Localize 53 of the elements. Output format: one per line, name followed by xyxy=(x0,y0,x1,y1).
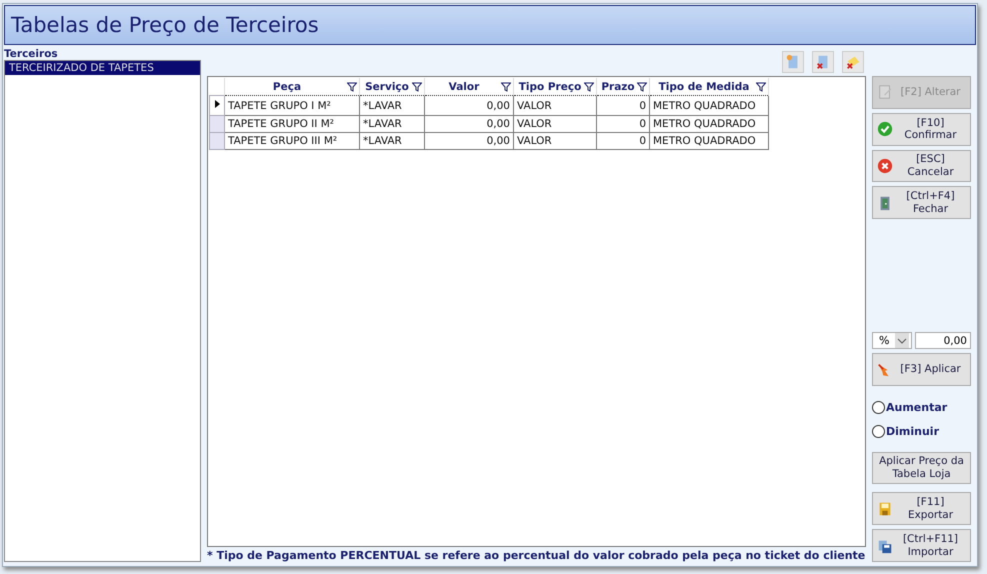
filter-icon[interactable] xyxy=(756,82,766,92)
column-header[interactable]: Prazo xyxy=(599,80,637,92)
radio-option[interactable]: Aumentar xyxy=(872,398,971,418)
save-icon xyxy=(877,500,893,517)
list-label: Terceiros xyxy=(4,48,59,60)
footnote: * Tipo de Pagamento PERCENTUAL se refere ao percentual do valor cobrado pela peça no ticket do cliente xyxy=(207,548,866,562)
table-cell: TAPETE GRUPO II M² xyxy=(228,118,334,130)
filter-icon[interactable] xyxy=(501,82,511,92)
filter-icon[interactable] xyxy=(412,82,422,92)
table-cell: TAPETE GRUPO III M² xyxy=(228,135,338,147)
filter-icon[interactable] xyxy=(637,82,647,92)
table-cell: 0,00 xyxy=(486,118,510,130)
confirm-button[interactable]: [F10] Confirmar xyxy=(872,112,971,146)
list-item[interactable]: TERCEIRIZADO DE TAPETES xyxy=(5,61,200,75)
table-cell: METRO QUADRADO xyxy=(653,100,756,112)
table-cell: 0,00 xyxy=(486,100,510,112)
table-cell: 0 xyxy=(639,135,646,147)
row-header[interactable] xyxy=(210,96,224,116)
column-header[interactable]: Valor xyxy=(427,80,501,92)
column-header[interactable]: Tipo de Medida xyxy=(652,80,756,92)
table-cell: 0,00 xyxy=(486,135,510,147)
value-field[interactable]: 0,00 xyxy=(915,332,971,350)
table-cell: *LAVAR xyxy=(363,118,402,130)
column-header[interactable]: Serviço xyxy=(362,80,412,92)
import-icon xyxy=(877,538,893,554)
close-button[interactable]: [Ctrl+F4] Fechar xyxy=(872,186,971,220)
import-button[interactable]: [Ctrl+F11] Importar xyxy=(872,529,971,562)
table-cell: VALOR xyxy=(517,100,552,112)
column-header[interactable]: Peça xyxy=(227,80,347,92)
filter-icon[interactable] xyxy=(584,82,594,92)
table-cell: VALOR xyxy=(517,118,552,130)
check-icon xyxy=(877,121,893,138)
window-title: Tabelas de Preço de Terceiros xyxy=(4,5,976,45)
edit-icon xyxy=(877,84,893,100)
table-cell: 0 xyxy=(639,118,646,130)
unit-dropdown[interactable]: % xyxy=(872,332,912,350)
export-button[interactable]: [F11] Exportar xyxy=(872,492,971,526)
column-header[interactable]: Tipo Preço xyxy=(516,80,584,92)
cancel-icon xyxy=(877,158,893,174)
delete-document-icon[interactable] xyxy=(812,51,834,73)
radio-option[interactable]: Diminuir xyxy=(872,422,971,442)
cancel-button[interactable]: [ESC] Cancelar xyxy=(872,150,971,182)
table-cell: METRO QUADRADO xyxy=(653,135,756,147)
table-cell: TAPETE GRUPO I M² xyxy=(228,100,331,112)
store-price-button[interactable]: Aplicar Preço da Tabela Loja xyxy=(872,452,971,484)
table-cell: *LAVAR xyxy=(363,100,402,112)
apply-button[interactable]: [F3] Aplicar xyxy=(872,353,971,386)
filter-icon[interactable] xyxy=(347,82,357,92)
table-cell: *LAVAR xyxy=(363,135,402,147)
delete-note-icon[interactable] xyxy=(842,51,864,73)
table-cell: VALOR xyxy=(517,135,552,147)
table-cell: METRO QUADRADO xyxy=(653,118,756,130)
table-cell: 0 xyxy=(639,100,646,112)
